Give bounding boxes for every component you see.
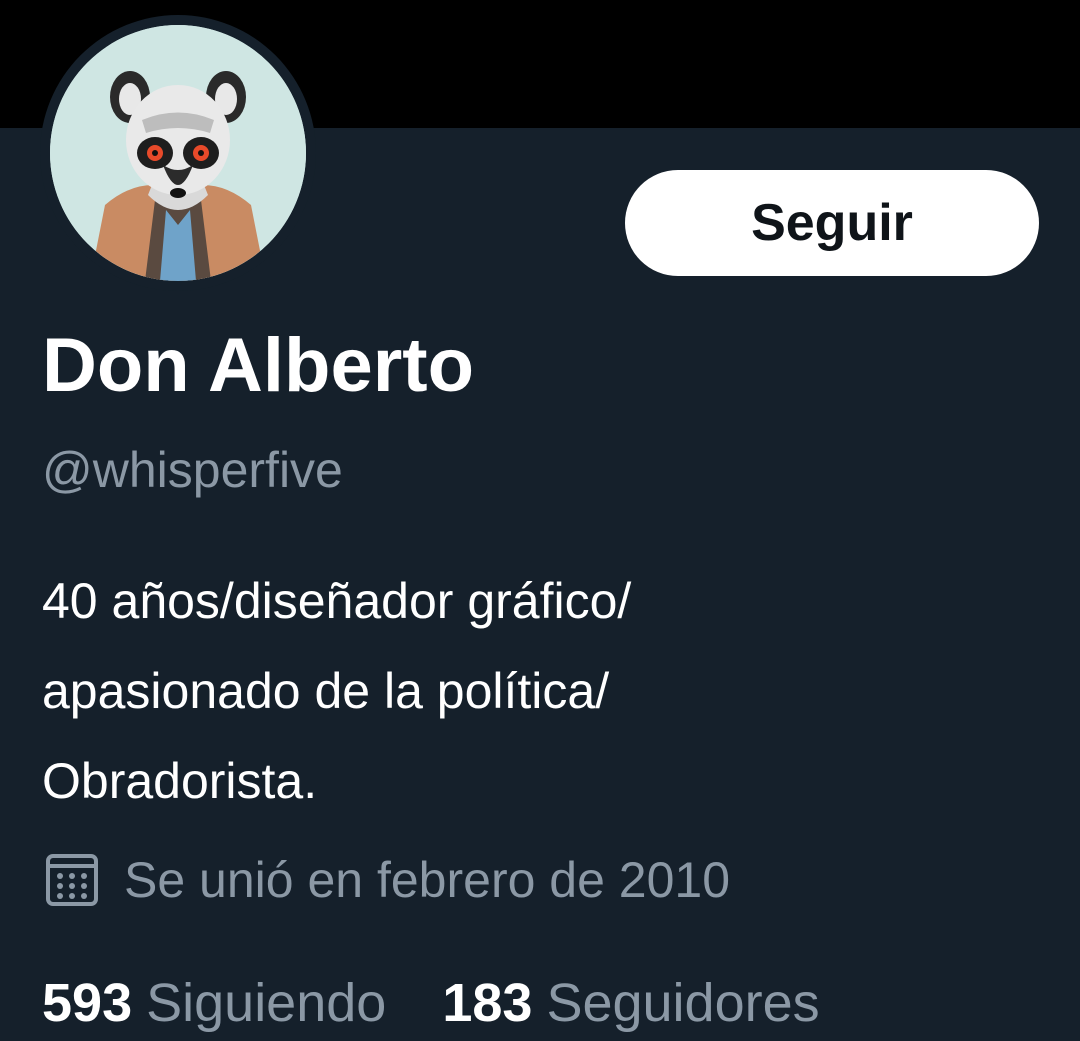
followers-link[interactable]: 183 Seguidores	[442, 972, 819, 1034]
bio-line: apasionado de la política/	[42, 663, 610, 719]
follow-button[interactable]: Seguir	[625, 170, 1039, 276]
avatar[interactable]	[50, 25, 306, 281]
following-label: Siguiendo	[146, 973, 387, 1033]
bio-line: 40 años/diseñador gráfico/	[42, 573, 632, 629]
profile-bio: 40 años/diseñador gráfico/ apasionado de…	[42, 556, 1042, 826]
following-count: 593	[42, 973, 133, 1033]
following-link[interactable]: 593 Siguiendo	[42, 972, 386, 1034]
calendar-icon	[42, 850, 102, 910]
profile-stats: 593 Siguiendo 183 Seguidores	[42, 968, 820, 1038]
join-date-text: Se unió en febrero de 2010	[124, 852, 731, 908]
user-handle: @whisperfive	[42, 442, 343, 498]
bio-line: Obradorista.	[42, 753, 318, 809]
lemur-avatar-icon	[50, 25, 306, 281]
display-name: Don Alberto	[42, 323, 475, 408]
avatar-frame	[40, 15, 316, 291]
join-date: Se unió en febrero de 2010	[42, 848, 730, 912]
followers-label: Seguidores	[546, 973, 820, 1033]
followers-count: 183	[442, 973, 533, 1033]
